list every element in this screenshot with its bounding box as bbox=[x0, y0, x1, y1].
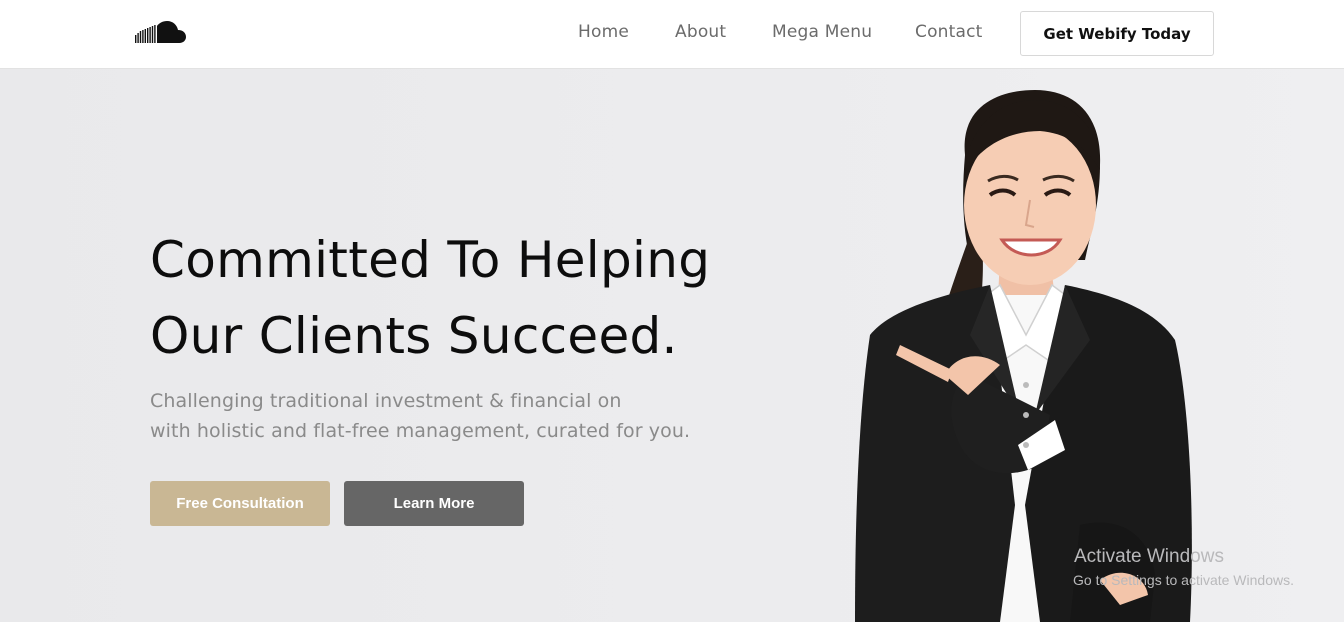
cloud-logo-icon[interactable] bbox=[135, 21, 187, 47]
hero-title-line-1: Committed To Helping bbox=[150, 231, 711, 289]
top-navbar: Home About Mega Menu Contact Get Webify … bbox=[0, 0, 1344, 69]
nav-contact-link[interactable]: Contact bbox=[915, 22, 983, 42]
learn-more-button[interactable]: Learn More bbox=[344, 481, 524, 526]
activate-windows-subtitle: Go to Settings to activate Windows. bbox=[1073, 572, 1294, 588]
activate-windows-title: Activate Windows bbox=[1074, 546, 1224, 567]
businesswoman-image bbox=[855, 90, 1192, 622]
free-consultation-button[interactable]: Free Consultation bbox=[150, 481, 330, 526]
hero-subtitle-line-1: Challenging traditional investment & fin… bbox=[150, 390, 622, 412]
nav-about-link[interactable]: About bbox=[675, 22, 726, 42]
hero-title: Committed To Helping Our Clients Succeed… bbox=[150, 222, 790, 374]
get-webify-button[interactable]: Get Webify Today bbox=[1020, 11, 1214, 56]
hero-title-line-2: Our Clients Succeed. bbox=[150, 307, 678, 365]
hero-subtitle: Challenging traditional investment & fin… bbox=[150, 386, 770, 446]
hero-subtitle-line-2: with holistic and flat-free management, … bbox=[150, 420, 691, 442]
nav-home-link[interactable]: Home bbox=[578, 22, 629, 42]
nav-mega-menu-link[interactable]: Mega Menu bbox=[772, 22, 872, 42]
